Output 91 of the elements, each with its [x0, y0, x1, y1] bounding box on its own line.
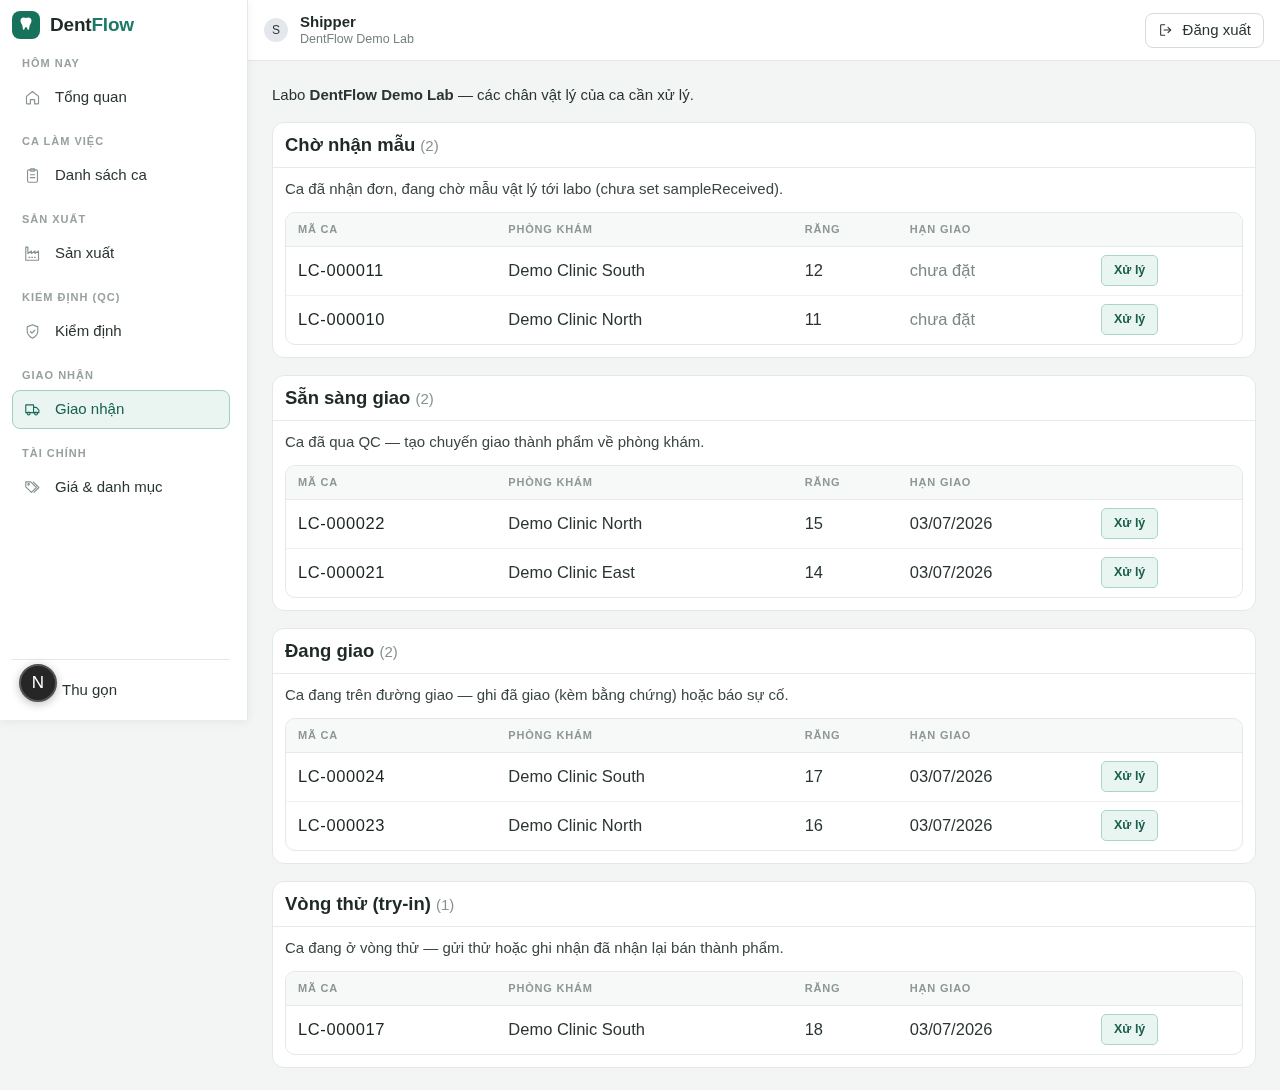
teeth-cell: 12 [792, 246, 898, 295]
case-id-cell: LC-000022 [286, 499, 497, 548]
case-id-cell: LC-000023 [286, 801, 497, 850]
process-button[interactable]: Xử lý [1101, 557, 1159, 589]
clinic-cell: Demo Clinic South [496, 752, 793, 801]
column-header: PHÒNG KHÁM [496, 466, 793, 499]
due-date-cell: 03/07/2026 [897, 548, 1089, 597]
section-label: CA LÀM VIỆC [22, 134, 106, 148]
teeth-cell: 18 [792, 1005, 898, 1054]
home-icon [24, 89, 41, 106]
section-title: Vòng thử (try-in) [285, 892, 431, 917]
due-date-cell: 03/07/2026 [897, 801, 1089, 850]
column-header: RĂNG [792, 972, 898, 1005]
section-label: HÔM NAY [22, 56, 81, 70]
clinic-cell: Demo Clinic North [496, 801, 793, 850]
column-header: HẠN GIAO [897, 719, 1089, 752]
due-date-cell: chưa đặt [897, 246, 1089, 295]
shield-icon [24, 323, 41, 340]
process-button[interactable]: Xử lý [1101, 761, 1159, 792]
sidebar-item[interactable]: Danh sách ca [12, 156, 230, 195]
item-count: (2) [420, 136, 439, 157]
intro-text: Labo DentFlow Demo Lab — các chân vật lý của ca cần xử lý. [272, 86, 695, 104]
column-header: MÃ CA [286, 719, 497, 752]
clinic-cell: Demo Clinic North [496, 499, 793, 548]
due-date-cell: 03/07/2026 [897, 752, 1089, 801]
sidebar-item[interactable]: Kiểm định [12, 312, 230, 351]
user-role: Shipper [300, 13, 357, 31]
process-button[interactable]: Xử lý [1101, 1014, 1159, 1046]
case-id-cell: LC-000017 [286, 1005, 497, 1054]
teeth-cell: 14 [792, 548, 898, 597]
section-label: SẢN XUẤT [22, 212, 88, 226]
user-avatar: S [264, 18, 288, 42]
section-description: Ca đang trên đường giao — ghi đã giao (kèm bằng chứng) hoặc báo sự cố. [285, 686, 790, 704]
teeth-cell: 11 [792, 295, 898, 344]
clinic-cell: Demo Clinic North [496, 295, 793, 344]
section-label: GIAO NHẬN [22, 368, 95, 382]
column-header: PHÒNG KHÁM [496, 972, 793, 1005]
sidebar-item[interactable]: Sản xuất [12, 234, 230, 273]
section-title: Đang giao [285, 639, 375, 664]
tags-icon [24, 479, 41, 496]
item-count: (2) [379, 642, 398, 663]
column-header: MÃ CA [286, 213, 497, 246]
column-header: RĂNG [792, 719, 898, 752]
collapse-button[interactable]: Thu gọn [62, 679, 118, 702]
teeth-cell: 17 [792, 752, 898, 801]
truck-icon [24, 401, 41, 418]
section-description: Ca đã qua QC — tạo chuyến giao thành phẩm về phòng khám. [285, 433, 706, 451]
column-header: MÃ CA [286, 466, 497, 499]
logout-icon [1157, 22, 1174, 38]
clinic-cell: Demo Clinic South [496, 1005, 793, 1054]
due-date-cell: 03/07/2026 [897, 499, 1089, 548]
process-button[interactable]: Xử lý [1101, 508, 1159, 539]
section-title: Chờ nhận mẫu [285, 133, 416, 158]
sidebar-item[interactable]: Tổng quan [12, 78, 230, 117]
column-header: HẠN GIAO [897, 972, 1089, 1005]
teeth-cell: 16 [792, 801, 898, 850]
column-header: MÃ CA [286, 972, 497, 1005]
process-button[interactable]: Xử lý [1101, 255, 1159, 286]
clipboard-icon [24, 167, 41, 184]
section-label: TÀI CHÍNH [22, 446, 88, 460]
factory-icon [24, 245, 41, 262]
column-header: PHÒNG KHÁM [496, 213, 793, 246]
section-title: Sẵn sàng giao [285, 386, 411, 411]
lab-name: DentFlow Demo Lab [300, 31, 414, 47]
column-header: RĂNG [792, 213, 898, 246]
clinic-cell: Demo Clinic East [496, 548, 793, 597]
section-description: Ca đã nhận đơn, đang chờ mẫu vật lý tới labo (chưa set sampleReceived). [285, 180, 785, 198]
column-header: PHÒNG KHÁM [496, 719, 793, 752]
section-description: Ca đang ở vòng thử — gửi thử hoặc ghi nhận đã nhận lại bán thành phẩm. [285, 939, 785, 957]
sidebar-item[interactable]: Giao nhận [12, 390, 230, 429]
item-count: (2) [415, 389, 434, 410]
section-label: KIỂM ĐỊNH (QC) [22, 290, 122, 304]
due-date-cell: 03/07/2026 [897, 1005, 1089, 1054]
process-button[interactable]: Xử lý [1101, 810, 1159, 842]
item-count: (1) [435, 895, 455, 916]
logout-button[interactable]: Đăng xuất [1144, 12, 1264, 48]
due-date-cell: chưa đặt [897, 295, 1089, 344]
case-id-cell: LC-000011 [286, 246, 497, 295]
process-button[interactable]: Xử lý [1101, 304, 1159, 336]
case-id-cell: LC-000010 [286, 295, 497, 344]
column-header: HẠN GIAO [897, 466, 1089, 499]
sidebar-item[interactable]: Giá & danh mục [12, 468, 230, 507]
column-header: RĂNG [792, 466, 898, 499]
case-id-cell: LC-000021 [286, 548, 497, 597]
teeth-cell: 15 [792, 499, 898, 548]
clinic-cell: Demo Clinic South [496, 246, 793, 295]
tooth-logo-icon [12, 11, 40, 39]
dev-tools-badge[interactable]: N [19, 664, 57, 702]
case-id-cell: LC-000024 [286, 752, 497, 801]
column-header: HẠN GIAO [897, 213, 1089, 246]
logo-text: DentFlow [50, 12, 134, 37]
